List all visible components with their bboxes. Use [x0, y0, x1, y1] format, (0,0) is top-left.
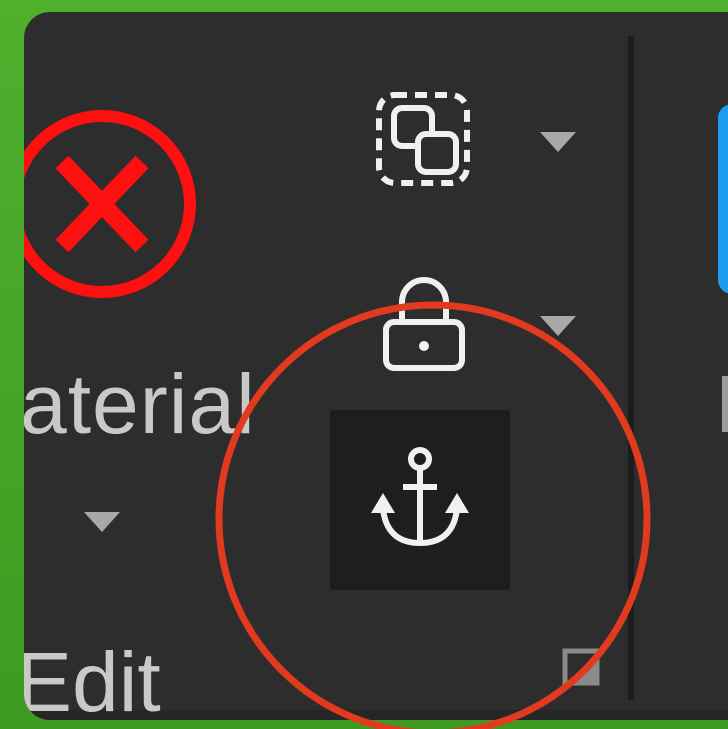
- next-group-label-partial: [722, 376, 728, 432]
- edit-group-label: Edit: [24, 635, 161, 720]
- selection-dropdown-arrow-icon[interactable]: [536, 126, 580, 162]
- lock-icon[interactable]: [380, 274, 470, 374]
- lock-dropdown-arrow-icon[interactable]: [536, 310, 580, 346]
- group-separator: [628, 36, 634, 700]
- material-dropdown-arrow-icon[interactable]: [80, 506, 124, 542]
- ribbon-panel: aterial Edit: [24, 12, 728, 720]
- selection-mode-icon[interactable]: [374, 90, 474, 190]
- anchor-icon: [371, 447, 469, 547]
- screenshot-viewport: aterial Edit: [0, 0, 728, 729]
- next-group-button-partial[interactable]: [718, 104, 728, 294]
- anchor-button[interactable]: [330, 410, 510, 590]
- dialog-launcher-icon[interactable]: [562, 648, 600, 686]
- material-label: aterial: [24, 357, 256, 451]
- remove-x-icon[interactable]: [24, 94, 224, 314]
